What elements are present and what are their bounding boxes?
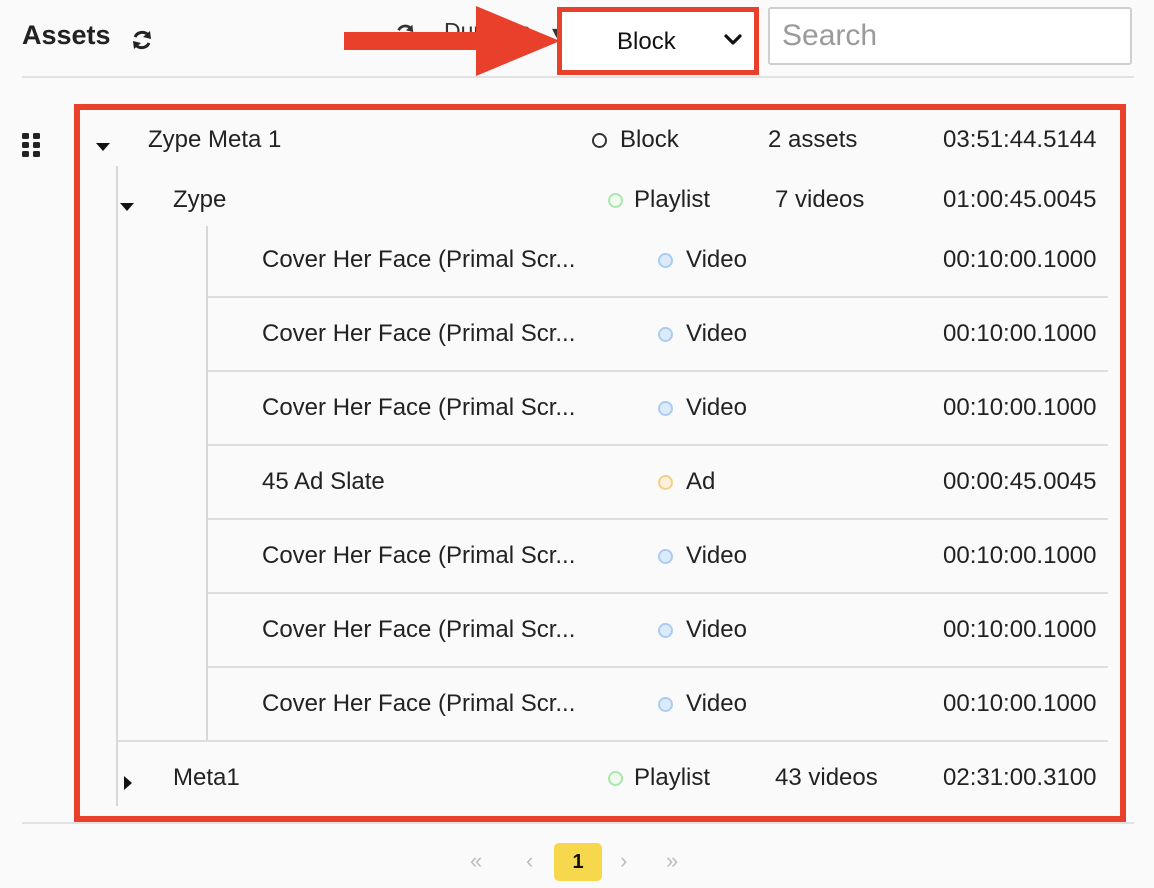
row-count: 2 assets — [768, 126, 858, 153]
row-name: Zype Meta 1 — [148, 126, 282, 153]
row-divider — [208, 592, 1108, 594]
first-page-button[interactable]: « — [470, 848, 482, 874]
row-name: Cover Her Face (Primal Scr... — [262, 690, 576, 717]
row-type: Playlist — [634, 764, 711, 791]
row-divider — [118, 740, 1108, 742]
playlist-type-icon — [608, 193, 623, 208]
video-type-icon — [658, 327, 673, 342]
video-type-icon — [658, 623, 673, 638]
row-count: 43 videos — [775, 764, 878, 791]
prev-page-button[interactable]: ‹ — [526, 848, 533, 874]
row-type: Video — [686, 690, 747, 717]
row-divider — [208, 296, 1108, 298]
last-page-button[interactable]: » — [666, 848, 678, 874]
row-duration: 00:10:00.1000 — [943, 616, 1097, 643]
footer-divider — [22, 822, 1134, 824]
block-type-icon — [592, 133, 607, 148]
row-type: Playlist — [634, 186, 711, 213]
row-duration: 03:51:44.5144 — [943, 126, 1097, 153]
view-type-dropdown[interactable]: Block — [557, 7, 759, 75]
row-duration: 00:10:00.1000 — [943, 542, 1097, 569]
row-type: Video — [686, 394, 747, 421]
video-type-icon — [658, 697, 673, 712]
row-type: Ad — [686, 468, 716, 495]
dropdown-selected-value: Block — [617, 28, 676, 55]
row-divider — [208, 518, 1108, 520]
row-duration: 01:00:45.0045 — [943, 186, 1097, 213]
row-divider — [208, 444, 1108, 446]
row-type: Video — [686, 542, 747, 569]
video-type-icon — [658, 401, 673, 416]
expand-caret-icon[interactable] — [124, 776, 132, 790]
row-name: Cover Her Face (Primal Scr... — [262, 320, 576, 347]
row-name: Meta1 — [173, 764, 240, 791]
row-duration: 00:10:00.1000 — [943, 690, 1097, 717]
row-duration: 02:31:00.3100 — [943, 764, 1097, 791]
search-input[interactable] — [768, 7, 1132, 65]
row-count: 7 videos — [775, 186, 865, 213]
row-duration: 00:10:00.1000 — [943, 394, 1097, 421]
row-name: Cover Her Face (Primal Scr... — [262, 616, 576, 643]
tree-guide-line — [116, 166, 118, 806]
current-page-button[interactable]: 1 — [554, 843, 602, 881]
row-type: Block — [620, 126, 679, 153]
row-duration: 00:00:45.0045 — [943, 468, 1097, 495]
annotation-arrow-icon — [344, 6, 560, 76]
ad-type-icon — [658, 475, 673, 490]
video-type-icon — [658, 253, 673, 268]
playlist-type-icon — [608, 771, 623, 786]
row-name: Zype — [173, 186, 227, 213]
row-divider — [208, 666, 1108, 668]
refresh-icon[interactable] — [130, 28, 154, 52]
row-name: 45 Ad Slate — [262, 468, 385, 495]
row-type: Video — [686, 246, 747, 273]
collapse-caret-icon[interactable] — [120, 203, 134, 211]
row-name: Cover Her Face (Primal Scr... — [262, 542, 576, 569]
next-page-button[interactable]: › — [620, 848, 627, 874]
collapse-caret-icon[interactable] — [96, 143, 110, 151]
tree-guide-line — [206, 226, 208, 740]
drag-handle-icon[interactable] — [22, 133, 40, 157]
row-type: Video — [686, 320, 747, 347]
row-duration: 00:10:00.1000 — [943, 246, 1097, 273]
header-divider — [22, 76, 1134, 78]
row-type: Video — [686, 616, 747, 643]
video-type-icon — [658, 549, 673, 564]
page-title: Assets — [22, 20, 111, 50]
row-divider — [208, 370, 1108, 372]
chevron-down-icon — [724, 34, 742, 45]
row-name: Cover Her Face (Primal Scr... — [262, 246, 576, 273]
row-duration: 00:10:00.1000 — [943, 320, 1097, 347]
row-name: Cover Her Face (Primal Scr... — [262, 394, 576, 421]
